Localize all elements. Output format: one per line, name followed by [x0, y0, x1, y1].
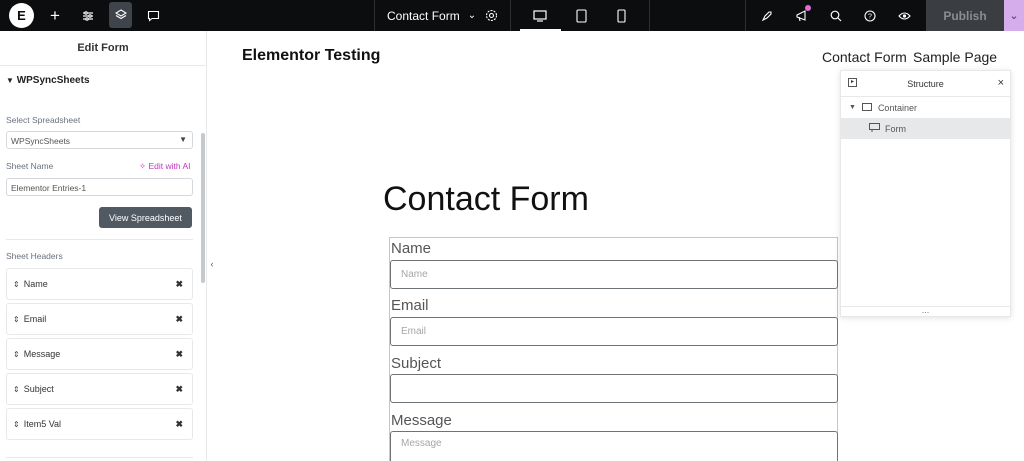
form-label-name: Name	[391, 240, 432, 257]
view-spreadsheet-button[interactable]: View Spreadsheet	[99, 207, 192, 228]
message-textarea[interactable]: Message	[390, 431, 838, 461]
remove-icon[interactable]: ✖	[175, 349, 183, 360]
desktop-icon[interactable]	[528, 0, 552, 31]
sort-icon[interactable]: ⇕	[13, 280, 20, 289]
gear-icon[interactable]	[480, 0, 502, 31]
divider	[649, 0, 650, 31]
header-item[interactable]: ⇕ Subject ✖	[6, 373, 193, 405]
header-item[interactable]: ⇕ Item5 Val ✖	[6, 408, 193, 440]
close-icon[interactable]: ×	[998, 77, 1004, 89]
sort-icon[interactable]: ⇕	[13, 350, 20, 359]
site-title[interactable]: Elementor Testing	[242, 47, 380, 65]
divider	[6, 239, 193, 240]
header-item[interactable]: ⇕ Name ✖	[6, 268, 193, 300]
sort-icon[interactable]: ⇕	[13, 420, 20, 429]
dock-icon[interactable]: ▸	[848, 78, 857, 87]
nav-link-contact-form[interactable]: Contact Form	[822, 49, 907, 65]
header-item-label: Message	[23, 349, 61, 359]
chat-icon[interactable]	[142, 0, 164, 31]
header-item-label: Name	[23, 279, 48, 289]
layers-icon[interactable]	[109, 2, 132, 28]
top-bar: E + Contact Form ⌄ ? Publish ⌄	[0, 0, 1024, 31]
sheet-name-label: Sheet Name	[6, 161, 54, 171]
elementor-logo-icon[interactable]: E	[9, 3, 34, 28]
structure-item-label: Container	[877, 102, 917, 113]
structure-item-container[interactable]: ▼ Container	[841, 97, 1010, 118]
sort-icon[interactable]: ⇕	[13, 385, 20, 394]
plus-icon[interactable]: +	[44, 0, 66, 31]
name-input[interactable]: Name	[390, 260, 838, 289]
svg-text:?: ?	[868, 13, 872, 20]
section-toggle[interactable]: ▼ WPSyncSheets	[6, 75, 90, 86]
structure-item-form[interactable]: Form	[841, 118, 1010, 139]
divider	[745, 0, 746, 31]
caret-down-icon: ▼	[179, 135, 187, 144]
rocket-icon[interactable]	[757, 0, 777, 31]
caret-down-icon: ▼	[6, 76, 14, 85]
spreadsheet-select[interactable]: WPSyncSheets ▼	[6, 131, 193, 149]
sheet-name-input[interactable]: Elementor Entries-1	[6, 178, 193, 196]
notification-dot	[805, 5, 811, 11]
header-item[interactable]: ⇕ Message ✖	[6, 338, 193, 370]
sheet-headers-label: Sheet Headers	[6, 251, 63, 261]
form-icon	[869, 123, 880, 134]
divider	[510, 0, 511, 31]
edit-with-ai-text: Edit with AI	[148, 161, 191, 171]
header-item-label: Email	[23, 314, 47, 324]
structure-title: Structure	[907, 78, 944, 89]
search-icon[interactable]	[826, 0, 846, 31]
email-input[interactable]: Email	[390, 317, 838, 346]
collapse-panel-chevron-icon[interactable]: ‹	[207, 252, 217, 276]
sliders-icon[interactable]	[77, 0, 99, 31]
resize-handle[interactable]: ...	[841, 306, 1010, 316]
mobile-icon[interactable]	[611, 0, 631, 31]
ai-sparkle-icon: ✧	[139, 161, 147, 171]
active-device-indicator	[520, 29, 561, 31]
page-heading[interactable]: Contact Form	[383, 180, 589, 219]
remove-icon[interactable]: ✖	[175, 419, 183, 430]
spreadsheet-select-value: WPSyncSheets	[11, 136, 71, 146]
select-spreadsheet-label: Select Spreadsheet	[6, 115, 81, 125]
structure-item-label: Form	[885, 123, 906, 134]
structure-header: ▸ Structure ×	[841, 71, 1010, 97]
document-title-text: Contact Form	[387, 8, 460, 23]
tablet-icon[interactable]	[570, 0, 592, 31]
form-label-email: Email	[391, 297, 429, 314]
panel-scrollbar[interactable]	[201, 133, 205, 283]
eye-icon[interactable]	[894, 0, 914, 31]
remove-icon[interactable]: ✖	[175, 279, 183, 290]
subject-input[interactable]	[390, 374, 838, 403]
document-title[interactable]: Contact Form ⌄	[387, 0, 476, 31]
header-item-label: Subject	[23, 384, 54, 394]
edit-with-ai-link[interactable]: ✧ Edit with AI	[139, 161, 191, 172]
chevron-down-icon: ⌄	[467, 10, 477, 21]
remove-icon[interactable]: ✖	[175, 384, 183, 395]
sort-icon[interactable]: ⇕	[13, 315, 20, 324]
nav-link-sample-page[interactable]: Sample Page	[913, 49, 997, 65]
publish-options-chevron-icon[interactable]: ⌄	[1004, 0, 1024, 31]
panel-title: Edit Form	[0, 31, 206, 66]
header-item-label: Item5 Val	[23, 419, 62, 429]
divider	[374, 0, 375, 31]
section-title: WPSyncSheets	[16, 75, 90, 86]
form-label-subject: Subject	[391, 355, 442, 372]
remove-icon[interactable]: ✖	[175, 314, 183, 325]
container-icon	[861, 102, 872, 113]
structure-panel: ▸ Structure × ▼ Container Form ...	[840, 70, 1011, 317]
caret-down-icon[interactable]: ▼	[849, 104, 856, 111]
publish-button[interactable]: Publish	[926, 0, 1004, 31]
help-icon[interactable]: ?	[860, 0, 880, 31]
header-item[interactable]: ⇕ Email ✖	[6, 303, 193, 335]
divider	[6, 457, 193, 458]
form-label-message: Message	[391, 412, 452, 429]
